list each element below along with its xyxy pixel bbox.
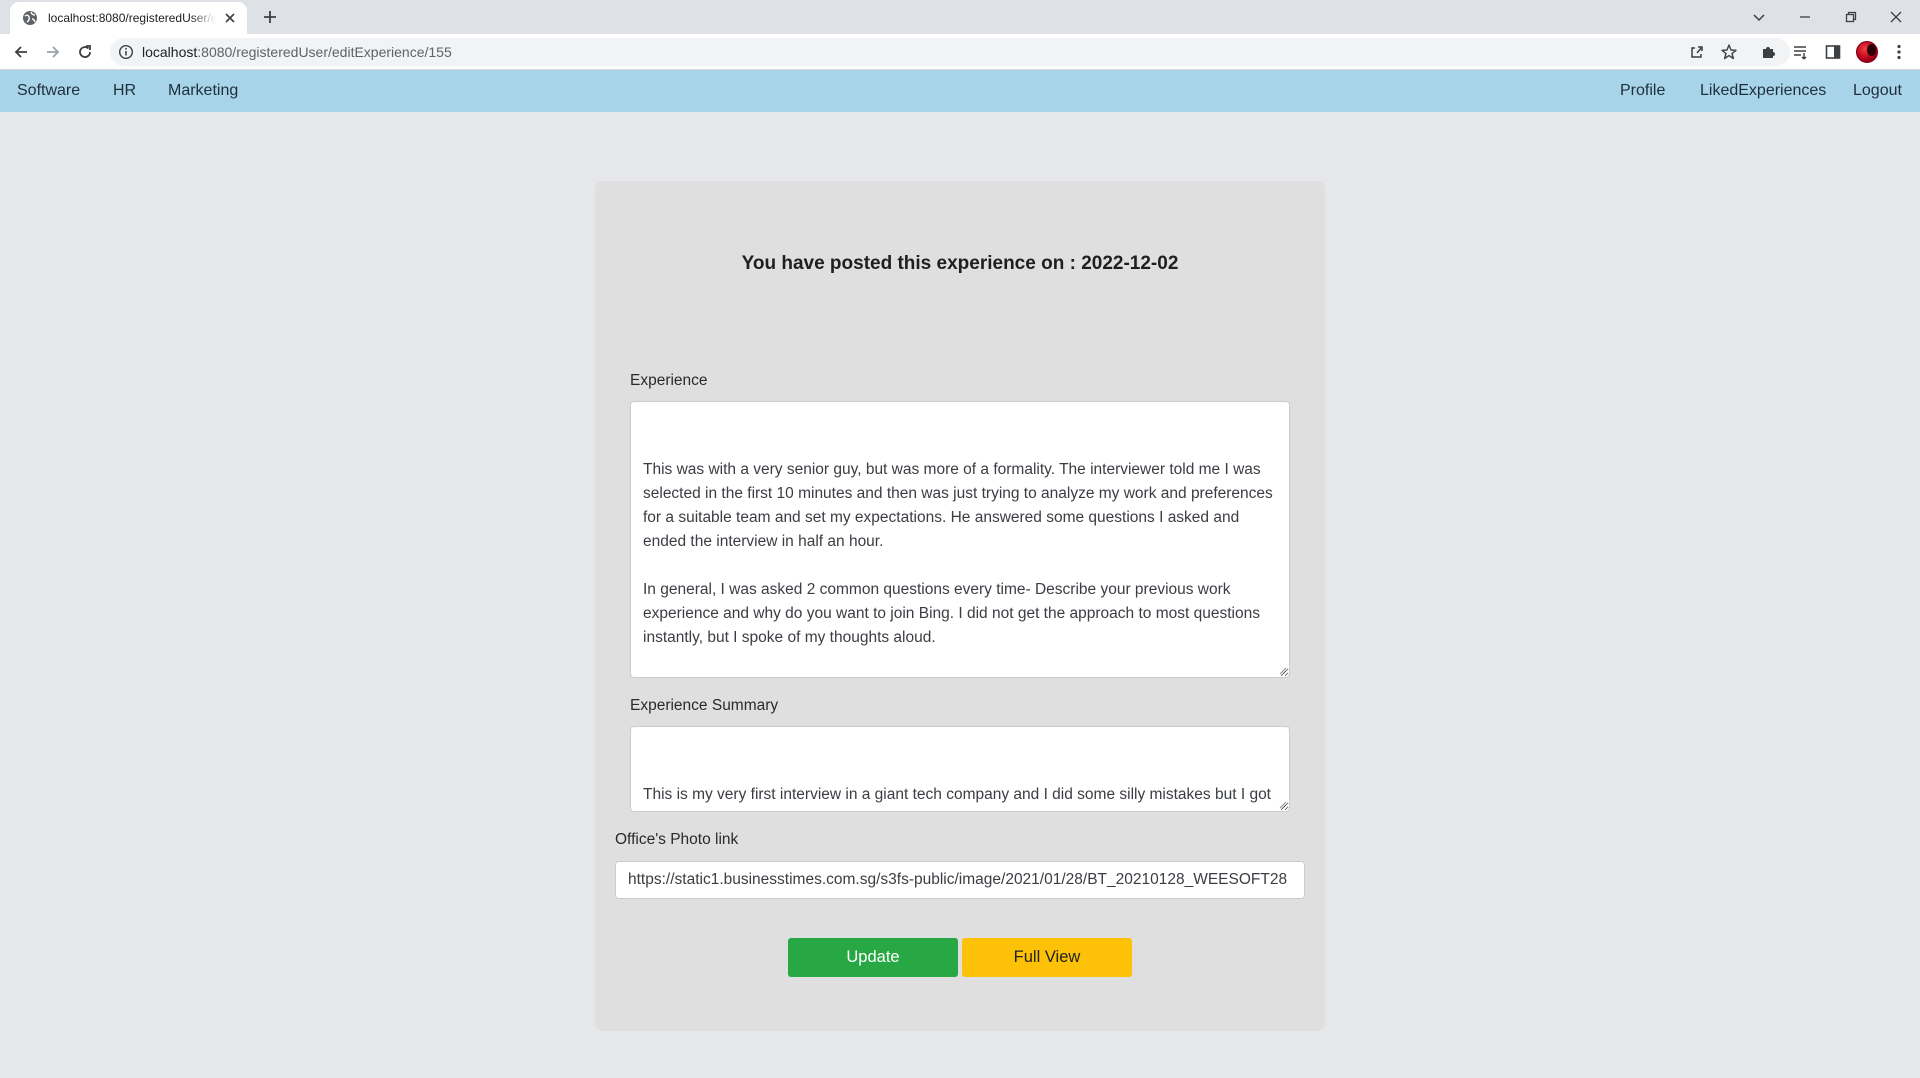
side-panel-icon[interactable]: [1824, 43, 1842, 61]
browser-tab[interactable]: localhost:8080/registeredUser/editExperi…: [10, 2, 247, 34]
nav-link-marketing[interactable]: Marketing: [168, 70, 238, 112]
experience-textarea[interactable]: This was with a very senior guy, but was…: [630, 401, 1290, 678]
experience-label: Experience: [630, 372, 708, 389]
minimize-button[interactable]: [1794, 6, 1816, 28]
experience-text: This was with a very senior guy, but was…: [643, 461, 1273, 646]
chevron-down-icon: [1753, 14, 1765, 22]
experience-summary-textarea[interactable]: This is my very first interview in a gia…: [630, 726, 1290, 812]
share-icon[interactable]: [1688, 43, 1706, 61]
plus-icon[interactable]: [261, 8, 279, 26]
url-path: :8080/registeredUser/editExperience/155: [197, 44, 452, 60]
posted-label: You have posted this experience on: [741, 253, 1065, 274]
edit-experience-card: You have posted this experience on : 202…: [595, 181, 1325, 1031]
back-arrow-icon[interactable]: [12, 43, 30, 61]
browser-toolbar: localhost:8080/registeredUser/editExperi…: [0, 34, 1920, 70]
kebab-menu-icon[interactable]: [1890, 43, 1908, 61]
nav-link-hr[interactable]: HR: [113, 70, 136, 112]
resize-grip-icon[interactable]: [1278, 800, 1287, 809]
close-icon[interactable]: [222, 10, 238, 26]
photo-link-input[interactable]: https://static1.businesstimes.com.sg/s3f…: [615, 861, 1305, 899]
app-navbar: Software HR Marketing Profile LikedExper…: [0, 70, 1920, 112]
browser-tabstrip: localhost:8080/registeredUser/editExperi…: [0, 0, 1920, 34]
globe-icon: [23, 11, 37, 25]
reading-list-icon[interactable]: [1792, 43, 1810, 61]
posted-date-heading: You have posted this experience on : 202…: [595, 253, 1325, 275]
full-view-button[interactable]: Full View: [962, 938, 1132, 977]
minimize-icon: [1800, 16, 1810, 18]
info-icon[interactable]: [118, 44, 134, 60]
profile-avatar[interactable]: [1856, 41, 1878, 63]
url-text[interactable]: localhost:8080/registeredUser/editExperi…: [142, 44, 452, 60]
puzzle-icon[interactable]: [1760, 43, 1778, 61]
url-host: localhost: [142, 44, 198, 60]
posted-separator: :: [1064, 253, 1082, 274]
update-button[interactable]: Update: [788, 938, 958, 977]
nav-link-profile[interactable]: Profile: [1620, 70, 1665, 112]
nav-link-software[interactable]: Software: [17, 70, 80, 112]
photo-link-label: Office's Photo link: [615, 831, 739, 848]
star-icon[interactable]: [1720, 43, 1738, 61]
resize-grip-icon[interactable]: [1278, 666, 1287, 675]
reload-icon[interactable]: [76, 43, 94, 61]
experience-summary-text: This is my very first interview in a gia…: [643, 786, 1271, 811]
restore-icon: [1845, 11, 1857, 23]
nav-link-liked-experiences[interactable]: LikedExperiences: [1700, 70, 1826, 112]
experience-summary-label: Experience Summary: [630, 697, 779, 714]
tab-title: localhost:8080/registeredUser/editExperi…: [48, 11, 216, 25]
address-bar[interactable]: localhost:8080/registeredUser/editExperi…: [110, 38, 1790, 66]
nav-link-logout[interactable]: Logout: [1853, 70, 1902, 112]
photo-link-value: https://static1.businesstimes.com.sg/s3f…: [628, 871, 1288, 888]
restore-button[interactable]: [1840, 6, 1862, 28]
posted-date: 2022-12-02: [1081, 253, 1179, 274]
close-icon: [1890, 11, 1902, 23]
forward-arrow-icon[interactable]: [44, 43, 62, 61]
tab-search-button[interactable]: [1748, 6, 1770, 28]
close-window-button[interactable]: [1885, 6, 1907, 28]
